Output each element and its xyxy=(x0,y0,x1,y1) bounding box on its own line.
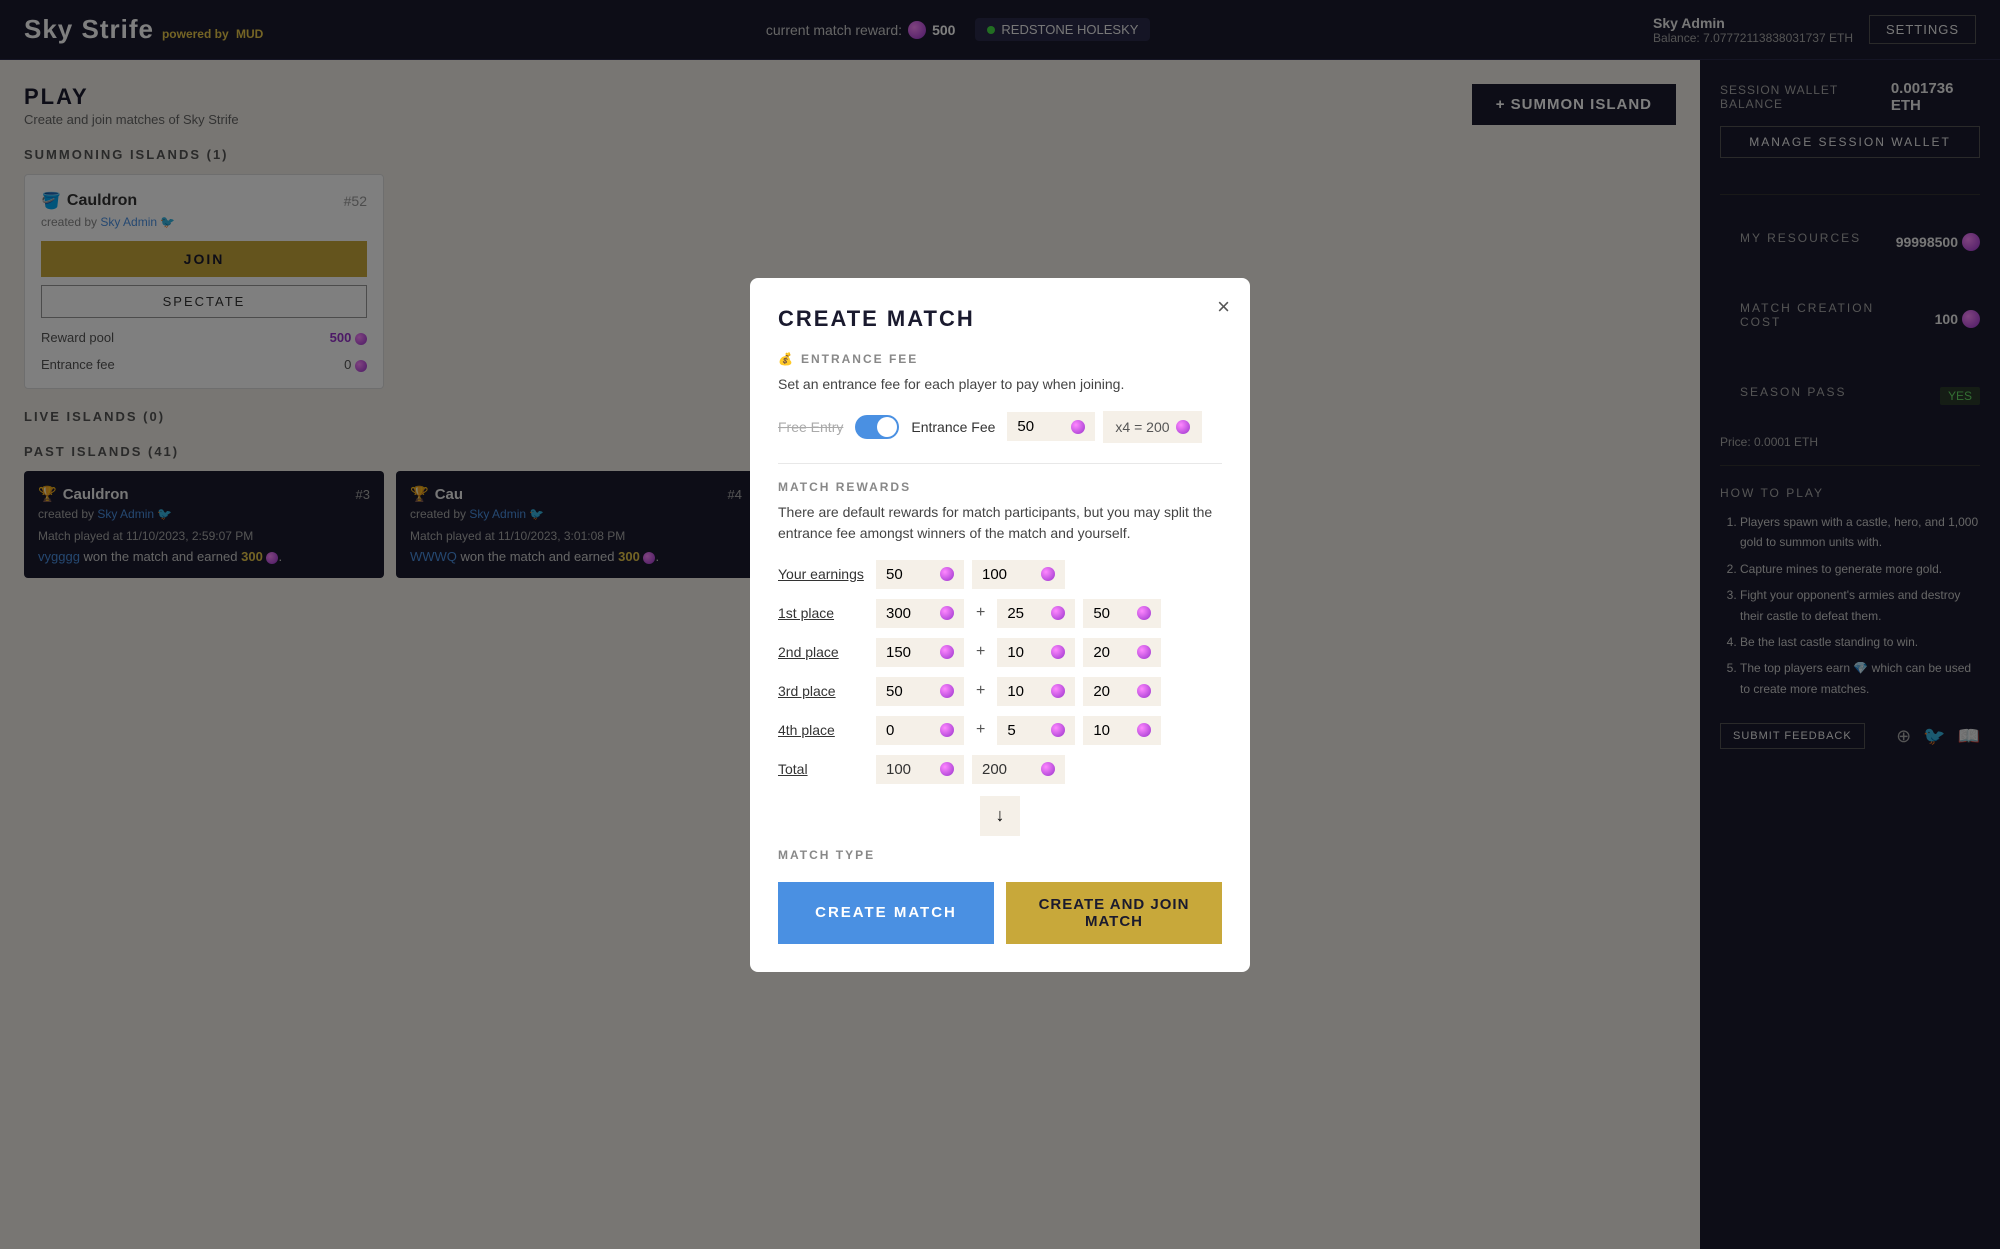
third-place-base[interactable] xyxy=(886,683,936,700)
second-place-bonus2-input xyxy=(1083,638,1161,667)
modal-overlay[interactable]: CREATE MATCH × 💰 ENTRANCE FEE Set an ent… xyxy=(0,0,2000,1249)
second-place-bonus1-input xyxy=(997,638,1075,667)
scroll-down-area: ↓ xyxy=(778,796,1222,836)
entrance-fee-row: Free Entry Entrance Fee x4 = 200 xyxy=(778,411,1222,443)
second-place-bonus2[interactable] xyxy=(1093,644,1133,661)
fourth-place-bonus2-input xyxy=(1083,716,1161,745)
create-and-join-button[interactable]: CREATE AND JOIN MATCH xyxy=(1006,882,1222,944)
your-earnings-bonus-input xyxy=(972,560,1065,589)
third-place-bonus1[interactable] xyxy=(1007,683,1047,700)
create-match-modal: CREATE MATCH × 💰 ENTRANCE FEE Set an ent… xyxy=(750,278,1250,972)
modal-close-button[interactable]: × xyxy=(1217,294,1230,320)
entrance-fee-section-label: 💰 ENTRANCE FEE xyxy=(778,352,1222,366)
rewards-grid: Your earnings 1st place + xyxy=(778,560,1222,784)
fourth-place-row: 4th place + xyxy=(778,716,1222,745)
match-type-label: MATCH TYPE xyxy=(778,848,1222,862)
first-place-bonus1-input xyxy=(997,599,1075,628)
first-place-bonus2-input xyxy=(1083,599,1161,628)
total-bonus-display: 200 xyxy=(972,755,1065,784)
entrance-fee-input[interactable] xyxy=(1017,418,1067,435)
free-entry-label: Free Entry xyxy=(778,419,843,435)
modal-footer: CREATE MATCH CREATE AND JOIN MATCH xyxy=(778,882,1222,944)
first-place-row: 1st place + xyxy=(778,599,1222,628)
third-place-base-input xyxy=(876,677,964,706)
your-earnings-base-input xyxy=(876,560,964,589)
fourth-place-base[interactable] xyxy=(886,722,936,739)
match-rewards-label: MATCH REWARDS xyxy=(778,480,1222,494)
first-place-label[interactable]: 1st place xyxy=(778,605,868,621)
entrance-fee-input-group xyxy=(1007,412,1095,441)
third-place-bonus1-input xyxy=(997,677,1075,706)
your-earnings-base[interactable] xyxy=(886,566,936,583)
fourth-place-bonus1[interactable] xyxy=(1007,722,1047,739)
entrance-fee-toggle[interactable] xyxy=(855,415,899,439)
fourth-place-label[interactable]: 4th place xyxy=(778,722,868,738)
second-place-label[interactable]: 2nd place xyxy=(778,644,868,660)
total-row: Total 100 200 xyxy=(778,755,1222,784)
entrance-fee-toggle-label: Entrance Fee xyxy=(911,419,995,435)
second-place-base-input xyxy=(876,638,964,667)
fourth-place-base-input xyxy=(876,716,964,745)
first-place-bonus1[interactable] xyxy=(1007,605,1047,622)
scroll-down-button[interactable]: ↓ xyxy=(980,796,1020,836)
third-place-bonus2-input xyxy=(1083,677,1161,706)
your-earnings-bonus[interactable] xyxy=(982,566,1037,583)
plus-icon-3: + xyxy=(976,682,985,700)
third-place-label[interactable]: 3rd place xyxy=(778,683,868,699)
total-label: Total xyxy=(778,761,868,777)
modal-title: CREATE MATCH xyxy=(778,306,1222,332)
match-type-section: MATCH TYPE xyxy=(778,848,1222,862)
first-place-base-input xyxy=(876,599,964,628)
plus-icon-4: + xyxy=(976,721,985,739)
second-place-row: 2nd place + xyxy=(778,638,1222,667)
create-match-button[interactable]: CREATE MATCH xyxy=(778,882,994,944)
first-place-base[interactable] xyxy=(886,605,936,622)
fourth-place-bonus1-input xyxy=(997,716,1075,745)
x4-gem-icon xyxy=(1176,420,1190,434)
fourth-place-bonus2[interactable] xyxy=(1093,722,1133,739)
second-place-base[interactable] xyxy=(886,644,936,661)
third-place-row: 3rd place + xyxy=(778,677,1222,706)
third-place-bonus2[interactable] xyxy=(1093,683,1133,700)
x4-display: x4 = 200 xyxy=(1103,411,1201,443)
plus-icon-2: + xyxy=(976,643,985,661)
entrance-fee-desc: Set an entrance fee for each player to p… xyxy=(778,374,1222,395)
your-earnings-row: Your earnings xyxy=(778,560,1222,589)
your-earnings-label[interactable]: Your earnings xyxy=(778,566,868,582)
entrance-gem-icon xyxy=(1071,420,1085,434)
plus-icon-1: + xyxy=(976,604,985,622)
total-base-display: 100 xyxy=(876,755,964,784)
entrance-fee-inputs: x4 = 200 xyxy=(1007,411,1201,443)
match-rewards-desc: There are default rewards for match part… xyxy=(778,502,1222,544)
first-place-bonus2[interactable] xyxy=(1093,605,1133,622)
second-place-bonus1[interactable] xyxy=(1007,644,1047,661)
